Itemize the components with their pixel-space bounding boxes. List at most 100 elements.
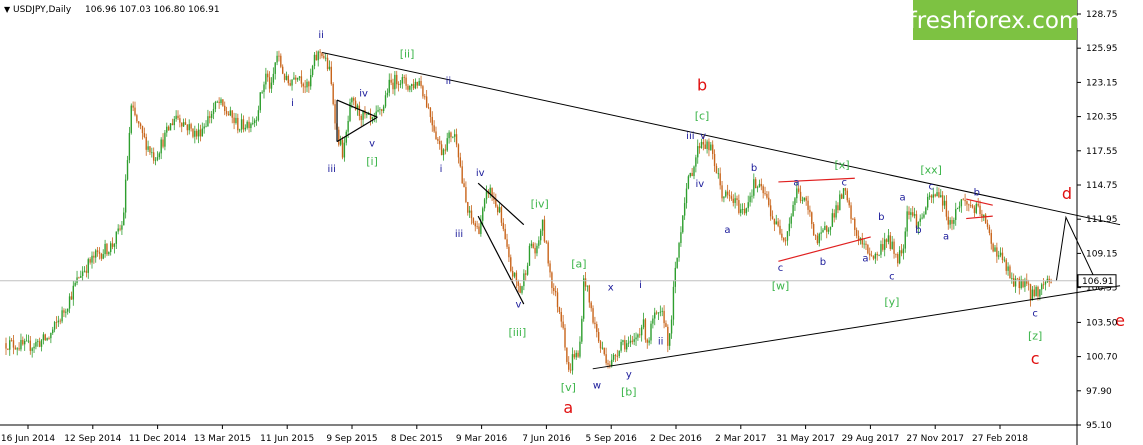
candle-body: [396, 74, 398, 85]
candle-body: [1031, 289, 1034, 301]
candle-body: [678, 243, 680, 258]
candle-body: [951, 220, 953, 224]
candle-body: [545, 241, 548, 243]
candle-body: [670, 319, 673, 334]
candle-body: [504, 228, 506, 240]
candle-body: [472, 218, 475, 224]
candle-body: [173, 118, 175, 126]
candle-body: [482, 208, 484, 221]
y-tick-label: 109.15: [1086, 249, 1118, 259]
candle-body: [455, 134, 458, 145]
candle-body: [108, 252, 110, 255]
candle-body: [244, 127, 247, 130]
candle-body: [510, 257, 512, 272]
candle-body: [521, 286, 523, 293]
candle-body: [644, 319, 647, 340]
candle-body: [756, 187, 759, 189]
candle-body: [424, 96, 426, 98]
wave-label: c: [928, 181, 934, 192]
candle-body: [412, 84, 415, 89]
candle-body: [953, 219, 955, 224]
candle-body: [672, 286, 675, 320]
candle-body: [22, 339, 24, 345]
candle-body: [794, 198, 796, 205]
candle-body: [854, 218, 856, 230]
y-tick-label: 97.90: [1086, 387, 1112, 397]
candle-body: [474, 223, 476, 227]
candle-body: [485, 191, 488, 200]
candle-body: [459, 157, 462, 167]
candle-body: [887, 235, 890, 242]
candle-body: [966, 201, 968, 205]
candle-body: [470, 210, 473, 219]
candle-body: [347, 121, 349, 132]
candle-body: [130, 105, 132, 133]
candle-body: [242, 119, 245, 130]
x-tick-label: 9 Mar 2016: [456, 434, 508, 444]
candle-body: [1011, 278, 1013, 279]
candle-body: [728, 194, 731, 197]
candle-body: [773, 218, 776, 225]
wave-label: [x]: [835, 159, 850, 172]
y-tick-label: 111.95: [1086, 215, 1118, 225]
candle-body: [941, 195, 944, 206]
candle-body: [779, 225, 781, 234]
wave-label: i: [440, 164, 443, 175]
candle-body: [625, 343, 628, 350]
candle-body: [261, 91, 263, 93]
candle-body: [89, 259, 91, 263]
candle-body: [715, 166, 718, 174]
candle-body: [530, 243, 533, 246]
candle-body: [869, 253, 871, 256]
candle-body: [704, 144, 706, 149]
candle-body: [541, 219, 544, 231]
candle-body: [1007, 266, 1009, 271]
candle-body: [414, 81, 417, 89]
candle-body: [382, 106, 385, 111]
candle-body: [996, 247, 998, 257]
candle-body: [511, 271, 514, 277]
candle-body: [418, 81, 420, 86]
candle-body: [109, 243, 112, 253]
candle-body: [698, 146, 701, 149]
candle-body: [590, 302, 592, 309]
candle-body: [702, 141, 705, 145]
candle-body: [136, 115, 138, 122]
candle-body: [629, 340, 632, 343]
candle-body: [721, 185, 723, 199]
candle-body: [227, 113, 230, 116]
candle-body: [734, 198, 736, 203]
candle-body: [850, 205, 852, 219]
candle-body: [607, 363, 609, 365]
candle-body: [207, 116, 209, 127]
wave-label: v: [369, 139, 375, 150]
wave-label: [ii]: [400, 47, 415, 60]
x-tick-label: 11 Jun 2015: [260, 434, 314, 444]
candle-body: [711, 144, 714, 154]
candle-body: [190, 124, 192, 129]
candle-body: [351, 98, 353, 103]
candle-body: [975, 203, 978, 213]
wave-label: iii: [686, 131, 694, 142]
candle-body: [663, 310, 665, 324]
candle-body: [988, 226, 991, 233]
candle-body: [95, 250, 97, 258]
candle-body: [956, 208, 959, 210]
candle-body: [556, 292, 559, 308]
candle-body: [1035, 286, 1037, 297]
price-chart[interactable]: iiiiiiivv[i][ii]iiiiiiiv[iv]v[iii][a][v]…: [0, 0, 1143, 445]
candle-body: [171, 123, 174, 126]
candle-body: [231, 110, 233, 118]
candle-body: [283, 73, 286, 80]
candle-body: [876, 253, 878, 256]
candle-body: [425, 96, 428, 108]
wave-label: x: [608, 283, 614, 294]
candle-body: [855, 229, 858, 236]
candle-body: [566, 347, 568, 363]
candle-body: [33, 346, 35, 349]
wave-label: a: [943, 231, 949, 242]
candle-body: [377, 110, 379, 112]
candle-body: [44, 334, 46, 341]
header-dropdown-icon[interactable]: ▼: [4, 5, 11, 14]
candle-body: [59, 320, 61, 322]
